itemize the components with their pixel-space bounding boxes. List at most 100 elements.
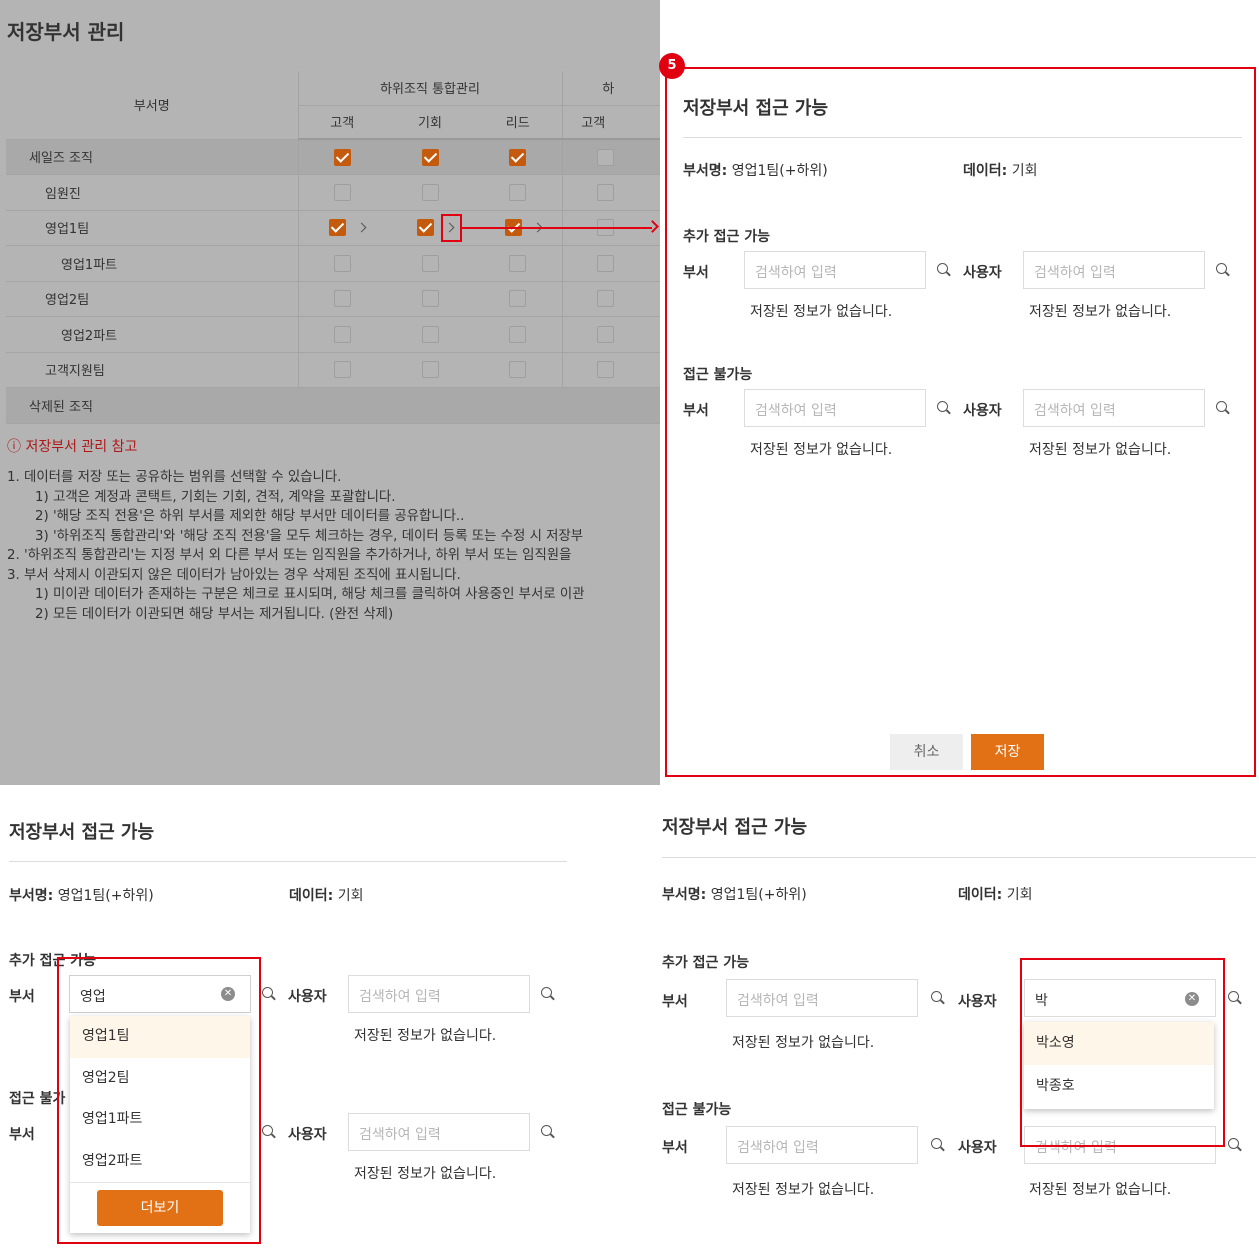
- note-line: 1. 데이터를 저장 또는 공유하는 범위를 선택할 수 있습니다.: [7, 470, 342, 485]
- checkbox-cell: [474, 245, 562, 282]
- checkbox-cell: [386, 139, 474, 175]
- checkbox[interactable]: [333, 290, 351, 308]
- connector-line: [462, 227, 652, 229]
- checkbox[interactable]: [596, 361, 614, 379]
- col-header-opportunity: 기회: [386, 105, 474, 140]
- checkbox-cell: [386, 245, 474, 282]
- checkbox-cell: [474, 352, 562, 388]
- checkbox[interactable]: [596, 148, 614, 166]
- checkbox[interactable]: [596, 325, 614, 343]
- table-row: 영업2파트: [6, 316, 660, 353]
- example2-title: 저장부서 접근 가능: [662, 817, 808, 838]
- example2-user-label: 사용자: [958, 994, 997, 1010]
- search-icon[interactable]: [1228, 1138, 1242, 1152]
- checkbox-cell: [297, 139, 386, 175]
- step-badge: 5: [659, 53, 685, 79]
- note-line: 2) 모든 데이터가 이관되면 해당 부서는 제거됩니다. (완전 삭제): [35, 606, 394, 622]
- example2-allow-section: 추가 접근 가능: [662, 955, 750, 971]
- checkbox-cell: [561, 281, 660, 317]
- dept-name-cell: 임원진: [6, 174, 298, 211]
- checkbox[interactable]: [333, 325, 351, 343]
- example2-dept-empty: 저장된 정보가 없습니다.: [732, 1035, 875, 1051]
- dept-name: 고객지원팀: [45, 364, 105, 380]
- search-icon[interactable]: [541, 987, 555, 1001]
- checkbox-checked[interactable]: [329, 219, 347, 237]
- checkbox[interactable]: [509, 183, 527, 201]
- example2-deny-dept-search-input[interactable]: 검색하여 입력: [726, 1126, 918, 1164]
- checkbox[interactable]: [421, 254, 439, 272]
- checkbox-checked[interactable]: [333, 148, 351, 166]
- example1-dept-info: 부서명: 영업1팀(+하위): [9, 888, 154, 904]
- dept-name: 영업1파트: [61, 257, 118, 273]
- example2-dept-label: 부서: [662, 994, 688, 1010]
- dept-name-cell: 영업1파트: [6, 245, 298, 282]
- search-icon[interactable]: [262, 987, 276, 1001]
- checkbox[interactable]: [333, 254, 351, 272]
- search-icon[interactable]: [1228, 991, 1242, 1005]
- checkbox-cell: [297, 210, 386, 246]
- checkbox-cell: [561, 139, 660, 175]
- dept-name: 임원진: [45, 186, 81, 202]
- dept-name: 영업1팀: [45, 222, 90, 238]
- chevron-right-icon[interactable]: [356, 222, 367, 233]
- col-header-dept: 부서명: [6, 71, 298, 140]
- checkbox[interactable]: [333, 183, 351, 201]
- checkbox-cell: [561, 174, 660, 211]
- checkbox[interactable]: [509, 325, 527, 343]
- checkbox-checked[interactable]: [509, 148, 527, 166]
- checkbox-cell: [297, 174, 386, 211]
- checkbox-cell: [474, 281, 562, 317]
- col-header-customer-2: 고객: [561, 105, 660, 140]
- checkbox-checked[interactable]: [421, 148, 439, 166]
- col-header-customer: 고객: [297, 105, 386, 140]
- dept-name-cell: 영업2팀: [6, 281, 298, 317]
- checkbox[interactable]: [421, 325, 439, 343]
- checkbox[interactable]: [421, 361, 439, 379]
- col-header-lead: 리드: [474, 105, 562, 140]
- checkbox-cell: [297, 245, 386, 282]
- dept-name-cell: 고객지원팀: [6, 352, 298, 388]
- checkbox[interactable]: [509, 361, 527, 379]
- search-icon[interactable]: [262, 1125, 276, 1139]
- table-row: 영업2팀: [6, 281, 660, 317]
- checkbox-cell: [561, 352, 660, 388]
- search-icon[interactable]: [541, 1125, 555, 1139]
- checkbox-checked[interactable]: [417, 219, 434, 237]
- example2-deny-dept-empty: 저장된 정보가 없습니다.: [732, 1182, 875, 1198]
- example2-dept-info: 부서명: 영업1팀(+하위): [662, 887, 807, 903]
- checkbox-cell: [561, 245, 660, 282]
- checkbox[interactable]: [596, 254, 614, 272]
- example1-deny-dept-label: 부서: [9, 1127, 35, 1143]
- search-icon[interactable]: [931, 1138, 945, 1152]
- example1-deny-user-search-input[interactable]: 검색하여 입력: [348, 1113, 530, 1151]
- checkbox[interactable]: [596, 290, 614, 308]
- dept-name: 영업2팀: [45, 293, 90, 309]
- checkbox-cell: [474, 174, 562, 211]
- example1-user-search-input[interactable]: 검색하여 입력: [348, 975, 530, 1013]
- example2-deny-dept-label: 부서: [662, 1140, 688, 1156]
- checkbox[interactable]: [509, 254, 527, 272]
- arrow-highlight-box: [441, 214, 462, 242]
- example2-dept-search-input[interactable]: 검색하여 입력: [726, 979, 918, 1017]
- page-title: 저장부서 관리: [7, 20, 125, 44]
- example2-deny-user-empty: 저장된 정보가 없습니다.: [1029, 1182, 1172, 1198]
- dept-name-cell: 영업2파트: [6, 316, 298, 353]
- checkbox[interactable]: [421, 183, 439, 201]
- note-line: 2) '해당 조직 전용'은 하위 부서를 제외한 해당 부서만 데이터를 공유…: [35, 509, 465, 524]
- checkbox-cell: [297, 352, 386, 388]
- checkbox[interactable]: [596, 183, 614, 201]
- dept-name-cell: 영업1팀: [6, 210, 298, 246]
- checkbox[interactable]: [421, 290, 439, 308]
- note-line: 1) 고객은 계정과 콘택트, 기회는 기회, 견적, 계약을 포괄합니다.: [35, 489, 396, 505]
- dept-name-cell: 세일즈 조직: [6, 139, 298, 175]
- org-table: 부서명 하위조직 통합관리 하 고객 기회 리드 고객 세일즈 조직 임원진 영업1…: [6, 71, 660, 424]
- example1-user-empty: 저장된 정보가 없습니다.: [354, 1028, 497, 1044]
- col-group-partial: 하: [561, 71, 660, 106]
- checkbox-cell: [474, 316, 562, 353]
- table-row: 영업1파트: [6, 245, 660, 282]
- example1-divider: [9, 861, 567, 862]
- search-icon[interactable]: [931, 991, 945, 1005]
- checkbox[interactable]: [509, 290, 527, 308]
- checkbox-cell: [386, 174, 474, 211]
- checkbox[interactable]: [333, 361, 351, 379]
